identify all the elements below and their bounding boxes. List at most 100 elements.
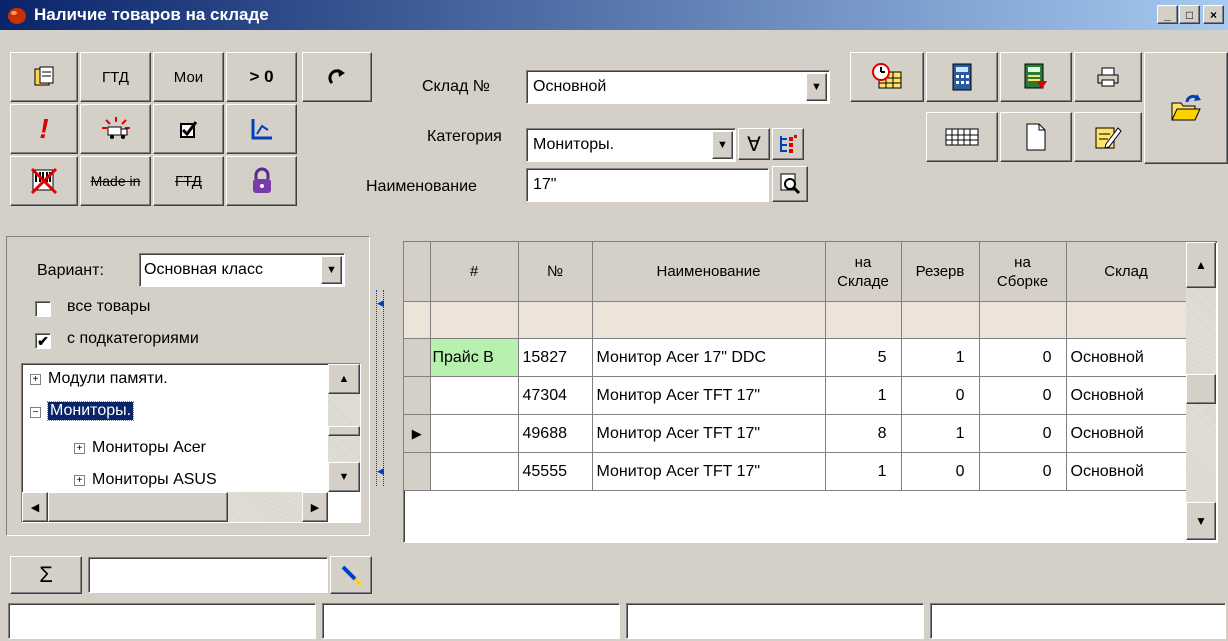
warehouse-cell[interactable]: Основной <box>1066 338 1187 377</box>
lock-button[interactable] <box>226 156 297 206</box>
number-cell[interactable]: 49688 <box>518 414 593 453</box>
tree-filter-button[interactable] <box>772 128 804 160</box>
column-header-warehouse[interactable]: Склад <box>1066 242 1187 302</box>
settings-table-button[interactable] <box>850 52 924 102</box>
delivery-button[interactable] <box>80 104 151 154</box>
close-button[interactable]: × <box>1203 5 1224 24</box>
forall-button[interactable]: ∀ <box>738 128 770 160</box>
scroll-thumb[interactable] <box>328 426 360 436</box>
filter-cell[interactable] <box>592 301 826 339</box>
mine-button[interactable]: Мои <box>153 52 224 102</box>
table-row[interactable]: 47304 Монитор Acer TFT 17" 1 0 0 Основно… <box>404 376 1187 415</box>
number-cell[interactable]: 15827 <box>518 338 593 377</box>
name-cell[interactable]: Монитор Acer TFT 17" <box>592 376 826 415</box>
category-select[interactable]: Мониторы. ▼ <box>526 128 736 162</box>
minimize-button[interactable]: _ <box>1157 5 1178 24</box>
number-cell[interactable]: 45555 <box>518 452 593 491</box>
column-header-name[interactable]: Наименование <box>592 242 826 302</box>
reserve-cell[interactable]: 0 <box>901 452 980 491</box>
positive-stock-button[interactable]: > 0 <box>226 52 297 102</box>
open-folder-button[interactable] <box>1144 52 1228 164</box>
row-indicator[interactable] <box>404 338 431 377</box>
report-button[interactable] <box>1000 52 1072 102</box>
scroll-down-icon[interactable]: ▼ <box>328 462 360 492</box>
documents-button[interactable] <box>10 52 78 102</box>
column-header-reserve[interactable]: Резерв <box>901 242 980 302</box>
edit-button[interactable] <box>1074 112 1142 162</box>
price-cell[interactable] <box>430 376 519 415</box>
scroll-up-icon[interactable]: ▲ <box>1186 242 1216 288</box>
keyboard-button[interactable] <box>926 112 998 162</box>
new-document-button[interactable] <box>1000 112 1072 162</box>
scroll-left-icon[interactable]: ◀ <box>22 492 48 522</box>
tree-horizontal-scrollbar[interactable]: ◀ ▶ <box>22 492 328 522</box>
filter-cell[interactable] <box>1066 301 1187 339</box>
sum-value-field[interactable] <box>88 557 328 593</box>
warehouse-cell[interactable]: Основной <box>1066 452 1187 491</box>
scroll-thumb[interactable] <box>1186 374 1216 404</box>
made-in-button[interactable]: Made in <box>80 156 151 206</box>
scroll-up-icon[interactable]: ▲ <box>328 364 360 394</box>
print-button[interactable] <box>1074 52 1142 102</box>
filter-cell[interactable] <box>901 301 980 339</box>
warehouse-select[interactable]: Основной ▼ <box>526 70 830 104</box>
check-button[interactable] <box>153 104 224 154</box>
assembly-cell[interactable]: 0 <box>979 338 1067 377</box>
warehouse-cell[interactable]: Основной <box>1066 414 1187 453</box>
column-header-number[interactable]: № <box>518 242 593 302</box>
name-cell[interactable]: Монитор Acer TFT 17" <box>592 452 826 491</box>
collapse-left-icon[interactable]: ◀ <box>377 298 384 309</box>
price-cell[interactable] <box>430 452 519 491</box>
no-gtd-button[interactable]: ГТД <box>153 156 224 206</box>
grid-vertical-scrollbar[interactable]: ▲ ▼ <box>1186 242 1216 540</box>
no-barcode-button[interactable] <box>10 156 78 206</box>
subcategories-checkbox[interactable]: ✔ <box>35 333 51 349</box>
chevron-down-icon[interactable]: ▼ <box>806 73 827 101</box>
table-row[interactable]: 45555 Монитор Acer TFT 17" 1 0 0 Основно… <box>404 452 1187 491</box>
expand-icon[interactable]: + <box>30 374 41 385</box>
stock-cell[interactable]: 8 <box>825 414 902 453</box>
variant-select[interactable]: Основная класс ▼ <box>139 253 345 287</box>
alert-button[interactable]: ! <box>10 104 78 154</box>
warehouse-cell[interactable]: Основной <box>1066 376 1187 415</box>
assembly-cell[interactable]: 0 <box>979 376 1067 415</box>
price-cell[interactable]: Прайс В <box>430 338 519 377</box>
column-header-stock[interactable]: на Складе <box>825 242 902 302</box>
column-header-assembly[interactable]: на Сборке <box>979 242 1067 302</box>
scroll-right-icon[interactable]: ▶ <box>302 492 328 522</box>
name-cell[interactable]: Монитор Acer 17" DDC <box>592 338 826 377</box>
table-row[interactable]: Прайс В 15827 Монитор Acer 17" DDC 5 1 0… <box>404 338 1187 377</box>
name-search-input[interactable]: 17" <box>526 168 769 202</box>
stock-cell[interactable]: 1 <box>825 452 902 491</box>
reserve-cell[interactable]: 0 <box>901 376 980 415</box>
number-cell[interactable]: 47304 <box>518 376 593 415</box>
collapse-icon[interactable]: − <box>30 407 41 418</box>
table-row-current[interactable]: ▶ 49688 Монитор Acer TFT 17" 8 1 0 Основ… <box>404 414 1187 453</box>
filter-cell[interactable] <box>518 301 593 339</box>
tree-vertical-scrollbar[interactable]: ▲ ▼ <box>328 364 360 492</box>
grid-filter-row[interactable] <box>404 301 1187 339</box>
calculator-button[interactable] <box>926 52 998 102</box>
filter-cell[interactable] <box>825 301 902 339</box>
stock-grid[interactable]: # № Наименование на Складе Резерв на Сборк… <box>403 241 1218 543</box>
category-tree[interactable]: + Модули памяти. − Мониторы. + Мониторы … <box>21 363 361 523</box>
chart-button[interactable] <box>226 104 297 154</box>
assembly-cell[interactable]: 0 <box>979 452 1067 491</box>
gtd-button[interactable]: ГТД <box>80 52 151 102</box>
expand-icon[interactable]: + <box>74 443 85 454</box>
price-cell[interactable] <box>430 414 519 453</box>
pick-button[interactable] <box>330 556 372 594</box>
window-titlebar[interactable]: Наличие товаров на складе _ □ × <box>0 0 1228 30</box>
reserve-cell[interactable]: 1 <box>901 414 980 453</box>
panel-splitter[interactable]: ◀ ◀ <box>376 290 384 486</box>
chevron-down-icon[interactable]: ▼ <box>321 256 342 284</box>
filter-cell[interactable] <box>430 301 519 339</box>
search-button[interactable] <box>772 166 808 202</box>
maximize-button[interactable]: □ <box>1179 5 1200 24</box>
assembly-cell[interactable]: 0 <box>979 414 1067 453</box>
sum-button[interactable]: Σ <box>10 556 82 594</box>
chevron-down-icon[interactable]: ▼ <box>712 131 733 159</box>
scroll-down-icon[interactable]: ▼ <box>1186 502 1216 540</box>
row-indicator[interactable] <box>404 376 431 415</box>
name-cell[interactable]: Монитор Acer TFT 17" <box>592 414 826 453</box>
